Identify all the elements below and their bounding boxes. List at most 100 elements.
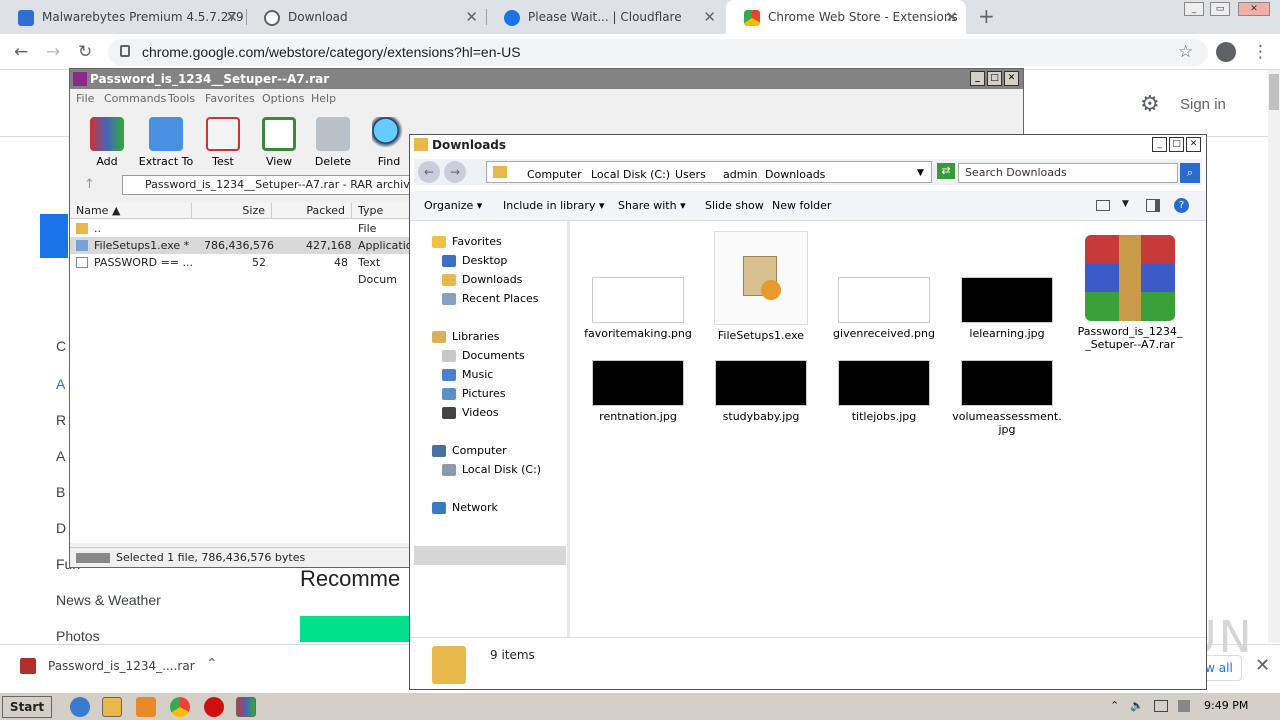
nav-documents[interactable]: Documents <box>442 349 525 362</box>
column-size[interactable]: Size <box>192 203 272 219</box>
file-item[interactable]: titlejobs.jpg <box>829 360 939 423</box>
file-item[interactable]: FileSetups1.exe <box>706 231 816 342</box>
file-item[interactable]: studybaby.jpg <box>706 360 816 423</box>
close-tab-icon[interactable]: ✕ <box>945 0 958 34</box>
nav-computer[interactable]: Computer <box>432 444 507 457</box>
chrome-icon[interactable] <box>170 697 190 717</box>
nav-desktop[interactable]: Desktop <box>442 254 507 267</box>
menu-file[interactable]: File <box>76 92 94 105</box>
promo-banner[interactable] <box>300 616 410 642</box>
view-options-icon[interactable] <box>1096 200 1110 211</box>
include-in-library-button[interactable]: Include in library ▾ <box>503 199 604 212</box>
table-row[interactable]: FileSetups1.exe * 786,436,576 427,168 Ap… <box>70 237 419 254</box>
explorer-taskbar-icon[interactable] <box>102 697 122 717</box>
help-icon[interactable]: ? <box>1174 198 1189 213</box>
sidebar-category[interactable]: R <box>56 412 66 428</box>
share-with-button[interactable]: Share with ▾ <box>618 199 686 212</box>
sidebar-category[interactable]: C <box>56 338 66 354</box>
bookmark-star-icon[interactable]: ☆ <box>1178 42 1193 62</box>
sidebar-category[interactable]: A <box>56 448 65 464</box>
network-tray-icon[interactable] <box>1154 700 1168 712</box>
sidebar-item-news-weather[interactable]: News & Weather <box>56 592 161 608</box>
nav-recent-places[interactable]: Recent Places <box>442 292 539 305</box>
breadcrumb[interactable]: Computer Local Disk (C:) Users admin Dow… <box>486 161 932 183</box>
search-input[interactable]: Search Downloads <box>958 163 1178 183</box>
winrar-title-bar[interactable]: Password_is_1234__Setuper--A7.rar _ □ ✕ <box>70 69 1023 89</box>
sidebar-category[interactable]: A <box>56 376 65 392</box>
nav-local-disk[interactable]: Local Disk (C:) <box>442 463 541 476</box>
address-bar[interactable]: chrome.google.com/webstore/category/exte… <box>108 39 1208 66</box>
tray-expand-icon[interactable]: ⌃ <box>1110 699 1119 712</box>
chevron-down-icon[interactable]: ▼ <box>917 168 924 178</box>
close-tab-icon[interactable]: ✕ <box>465 0 478 34</box>
nav-favorites[interactable]: Favorites <box>432 235 502 248</box>
search-icon[interactable]: ⌕ <box>1180 163 1200 183</box>
menu-options[interactable]: Options <box>262 92 304 105</box>
column-type[interactable]: Type <box>352 203 410 219</box>
internet-explorer-icon[interactable] <box>70 697 90 717</box>
forward-arrow-icon[interactable]: → <box>444 161 466 183</box>
scrollbar-thumb[interactable] <box>1269 74 1279 110</box>
test-button[interactable]: Test <box>193 117 253 168</box>
breadcrumb-admin[interactable]: admin <box>723 168 757 181</box>
column-packed[interactable]: Packed <box>272 203 352 219</box>
menu-help[interactable]: Help <box>311 92 336 105</box>
explorer-title-bar[interactable]: Downloads _ □ ✕ <box>410 135 1206 155</box>
file-item[interactable]: lelearning.jpg <box>952 277 1062 340</box>
tab-chrome-web-store[interactable]: Chrome Web Store - Extensions ✕ <box>726 0 966 34</box>
action-center-icon[interactable] <box>1178 700 1190 712</box>
menu-tools[interactable]: Tools <box>168 92 195 105</box>
minimize-button[interactable]: _ <box>970 71 985 86</box>
reload-icon[interactable]: ↻ <box>78 42 92 62</box>
column-name[interactable]: Name ▲ <box>70 203 192 219</box>
maximize-button[interactable]: □ <box>1169 137 1184 152</box>
close-button[interactable]: ✕ <box>1186 137 1201 152</box>
volume-icon[interactable]: 🔈 <box>1130 699 1144 712</box>
breadcrumb-local-disk[interactable]: Local Disk (C:) <box>591 168 670 181</box>
new-folder-button[interactable]: New folder <box>772 199 831 212</box>
download-item-name[interactable]: Password_is_1234_....rar <box>48 659 195 673</box>
file-item[interactable]: volumeassessment. jpg <box>952 360 1062 436</box>
tab-malwarebytes[interactable]: Malwarebytes Premium 4.5.7.279 C ✕ <box>0 0 246 34</box>
breadcrumb-users[interactable]: Users <box>675 168 706 181</box>
maximize-button[interactable]: □ <box>987 71 1002 86</box>
minimize-button[interactable]: _ <box>1152 137 1167 152</box>
close-download-bar-icon[interactable]: ✕ <box>1255 655 1270 676</box>
forward-arrow-icon[interactable]: → <box>46 42 60 62</box>
file-item[interactable]: givenreceived.png <box>829 277 939 340</box>
menu-favorites[interactable]: Favorites <box>205 92 255 105</box>
slide-show-button[interactable]: Slide show <box>705 199 764 212</box>
close-button[interactable]: ✕ <box>1004 71 1019 86</box>
sidebar-category[interactable]: B <box>56 484 65 500</box>
winrar-taskbar-icon[interactable] <box>236 697 256 717</box>
file-item[interactable]: favoritemaking.png <box>583 277 693 340</box>
breadcrumb-computer[interactable]: Computer <box>527 168 582 181</box>
new-tab-button[interactable]: + <box>978 4 995 28</box>
refresh-icon[interactable]: ⇄ <box>937 163 955 179</box>
minimize-button[interactable]: _ <box>1184 2 1204 16</box>
back-arrow-icon[interactable]: ← <box>418 161 440 183</box>
sign-in-link[interactable]: Sign in <box>1180 96 1226 113</box>
close-tab-icon[interactable]: ✕ <box>225 0 238 34</box>
menu-kebab-icon[interactable]: ⋮ <box>1252 42 1269 62</box>
start-button[interactable]: Start <box>2 696 52 718</box>
nav-network[interactable]: Network <box>432 501 498 514</box>
extract-to-button[interactable]: Extract To <box>136 117 196 168</box>
organize-button[interactable]: Organize ▾ <box>424 199 482 212</box>
close-tab-icon[interactable]: ✕ <box>703 0 716 34</box>
nav-pictures[interactable]: Pictures <box>442 387 506 400</box>
tab-download[interactable]: Download ✕ <box>246 0 486 34</box>
sidebar-item-photos[interactable]: Photos <box>56 628 100 644</box>
file-item[interactable]: rentnation.jpg <box>583 360 693 423</box>
up-arrow-icon[interactable]: ↑ <box>84 177 95 192</box>
tab-cloudflare[interactable]: Please Wait... | Cloudflare ✕ <box>486 0 724 34</box>
close-window-button[interactable]: ✕ <box>1238 2 1270 16</box>
maximize-button[interactable]: ▭ <box>1210 2 1230 16</box>
nav-libraries[interactable]: Libraries <box>432 330 500 343</box>
nav-music[interactable]: Music <box>442 368 493 381</box>
breadcrumb-downloads[interactable]: Downloads <box>765 168 825 181</box>
clock[interactable]: 9:49 PM <box>1204 699 1248 712</box>
settings-gear-icon[interactable]: ⚙ <box>1140 92 1160 117</box>
nav-videos[interactable]: Videos <box>442 406 499 419</box>
chevron-down-icon[interactable]: ▼ <box>1122 199 1129 209</box>
